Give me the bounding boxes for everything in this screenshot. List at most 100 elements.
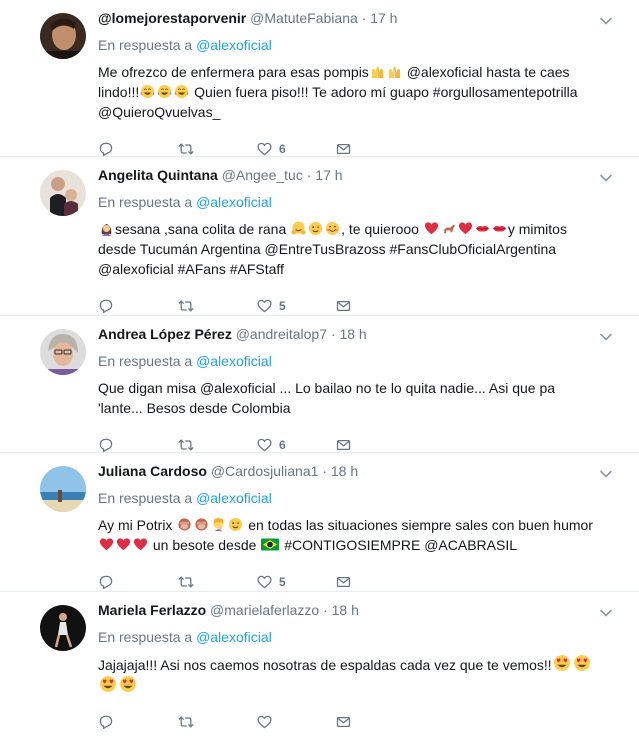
kiss-mark-emoji <box>492 221 507 236</box>
chevron-down-icon[interactable] <box>599 467 613 481</box>
reply-to-link[interactable]: @alexoficial <box>196 353 272 369</box>
tears-of-joy-emoji <box>174 84 189 99</box>
avatar[interactable] <box>40 170 86 216</box>
display-name[interactable]: Mariela Ferlazzo <box>98 602 206 618</box>
hugging-face-emoji <box>291 221 306 236</box>
like-button[interactable] <box>256 714 335 730</box>
user-handle[interactable]: @MatuteFabiana <box>250 10 358 26</box>
reply-to-link[interactable]: @alexoficial <box>196 194 272 210</box>
avatar[interactable] <box>40 329 86 375</box>
direct-message-button[interactable] <box>335 298 414 314</box>
retweet-button[interactable] <box>177 141 256 157</box>
heart-icon <box>256 437 273 453</box>
horse-emoji <box>441 221 456 236</box>
reply-to-link[interactable]: @alexoficial <box>196 37 272 53</box>
display-name[interactable]: Juliana Cardoso <box>98 463 207 479</box>
retweet-button[interactable] <box>177 574 256 590</box>
reply-button[interactable] <box>98 437 177 453</box>
separator-dot: · <box>306 167 312 183</box>
direct-message-button[interactable] <box>335 714 414 730</box>
tweet-text-part: Que digan misa @alexoficial ... Lo baila… <box>98 380 556 416</box>
reply-icon <box>98 298 114 314</box>
retweet-button[interactable] <box>177 437 256 453</box>
user-handle[interactable]: @Cardosjuliana1 <box>211 463 319 479</box>
avatar[interactable] <box>40 605 86 651</box>
tweet-header: Andrea López Pérez @andreitalop7 · 18 h <box>98 325 623 344</box>
tweet[interactable]: @lomejorestaporvenir @MatuteFabiana · 17… <box>0 0 639 157</box>
like-count: 5 <box>279 299 286 313</box>
user-handle[interactable]: @marielaferlazzo <box>210 602 319 618</box>
retweet-icon <box>177 574 195 590</box>
retweet-icon <box>177 714 195 730</box>
envelope-icon <box>335 141 352 157</box>
tweet-header: Mariela Ferlazzo @marielaferlazzo · 18 h <box>98 601 623 620</box>
red-heart-emoji <box>99 537 114 552</box>
separator-dot: · <box>322 463 327 479</box>
user-handle[interactable]: @andreitalop7 <box>236 326 327 342</box>
user-handle[interactable]: @Angee_tuc <box>222 167 303 183</box>
timestamp[interactable]: 17 h <box>370 10 397 26</box>
heart-eyes-emoji <box>99 675 117 693</box>
tweet-text: Que digan misa @alexoficial ... Lo baila… <box>98 378 623 418</box>
tweet-text: Jajajaja!!! Asi nos caemos nosotras de e… <box>98 654 623 696</box>
heart-icon <box>256 298 273 314</box>
like-count: 6 <box>279 142 286 156</box>
chevron-down-icon[interactable] <box>599 330 613 344</box>
like-button[interactable]: 5 <box>256 298 335 314</box>
red-heart-emoji <box>116 537 131 552</box>
direct-message-button[interactable] <box>335 574 414 590</box>
timestamp[interactable]: 17 h <box>315 167 342 183</box>
display-name[interactable]: @lomejorestaporvenir <box>98 10 246 26</box>
like-button[interactable]: 6 <box>256 437 335 453</box>
red-heart-emoji <box>458 221 473 236</box>
reply-button[interactable] <box>98 298 177 314</box>
reply-button[interactable] <box>98 714 177 730</box>
envelope-icon <box>335 574 352 590</box>
heart-eyes-emoji <box>119 675 137 693</box>
chevron-down-icon[interactable] <box>599 14 613 28</box>
reply-context: En respuesta a @alexoficial <box>98 352 623 371</box>
raised-hands-emoji <box>387 64 402 79</box>
retweet-button[interactable] <box>177 714 256 730</box>
direct-message-button[interactable] <box>335 141 414 157</box>
retweet-icon <box>177 141 195 157</box>
timestamp[interactable]: 18 h <box>332 602 359 618</box>
reply-context: En respuesta a @alexoficial <box>98 489 623 508</box>
reply-button[interactable] <box>98 141 177 157</box>
chevron-down-icon[interactable] <box>599 171 613 185</box>
display-name[interactable]: Andrea López Pérez <box>98 326 232 342</box>
like-button[interactable]: 6 <box>256 141 335 157</box>
tweet-text: Ay mi Potrix en todas las situaciones si… <box>98 515 623 555</box>
like-button[interactable]: 5 <box>256 574 335 590</box>
display-name[interactable]: Angelita Quintana <box>98 167 218 183</box>
reply-to-link[interactable]: @alexoficial <box>196 629 272 645</box>
envelope-icon <box>335 437 352 453</box>
heart-icon <box>256 574 273 590</box>
tweet[interactable]: Andrea López Pérez @andreitalop7 · 18 h … <box>0 316 639 453</box>
brazil-flag-emoji <box>261 537 279 552</box>
avatar[interactable] <box>40 13 86 59</box>
timestamp[interactable]: 18 h <box>331 463 358 479</box>
chevron-down-icon[interactable] <box>599 606 613 620</box>
avatar[interactable] <box>40 466 86 512</box>
tweet-header: Juliana Cardoso @Cardosjuliana1 · 18 h <box>98 462 623 481</box>
tweet[interactable]: Angelita Quintana @Angee_tuc · 17 h En r… <box>0 157 639 316</box>
reply-context: En respuesta a @alexoficial <box>98 193 623 212</box>
woman-facepalming-emoji <box>211 517 226 532</box>
tweet[interactable]: Juliana Cardoso @Cardosjuliana1 · 18 h E… <box>0 453 639 592</box>
tweet[interactable]: Mariela Ferlazzo @marielaferlazzo · 18 h… <box>0 592 639 726</box>
retweet-icon <box>177 437 195 453</box>
separator-dot: · <box>323 602 328 618</box>
direct-message-button[interactable] <box>335 437 414 453</box>
reply-button[interactable] <box>98 574 177 590</box>
retweet-button[interactable] <box>177 298 256 314</box>
retweet-icon <box>177 298 195 314</box>
tears-of-joy-emoji <box>157 84 172 99</box>
woman-emoji <box>99 221 114 236</box>
tweet-text-part: Me ofrezco de enfermera para esas pompis <box>98 64 369 80</box>
heart-eyes-emoji <box>573 654 591 672</box>
reply-to-link[interactable]: @alexoficial <box>196 490 272 506</box>
reply-context: En respuesta a @alexoficial <box>98 36 623 55</box>
timestamp[interactable]: 18 h <box>339 326 366 342</box>
separator-dot: · <box>361 10 367 26</box>
